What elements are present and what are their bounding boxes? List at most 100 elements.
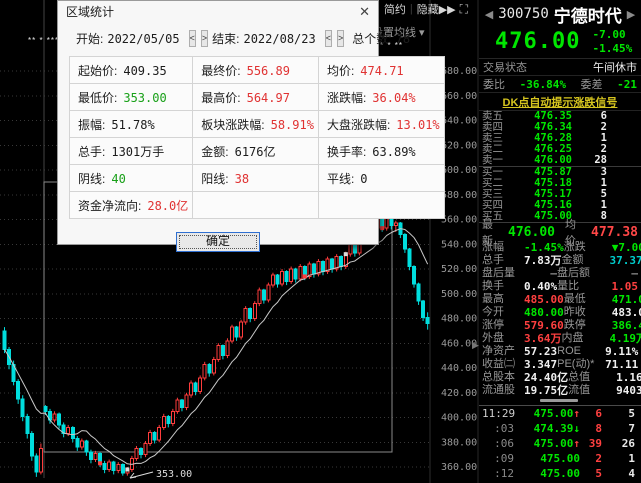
- svg-text:480.00: 480.00: [441, 314, 477, 325]
- svg-text:400.00: 400.00: [441, 413, 477, 424]
- start-prev-button[interactable]: <: [188, 30, 196, 47]
- ob-price: 476.00: [534, 154, 572, 166]
- stat-text: 内盘: [561, 332, 584, 344]
- stat-row: 最高 485.00 最低 471.00: [479, 293, 641, 306]
- svg-text:620.00: 620.00: [441, 140, 477, 151]
- tick-text: 6: [595, 407, 602, 420]
- ob-qty: 28: [594, 154, 607, 166]
- stat-text: —: [631, 267, 638, 280]
- svg-text:560.00: 560.00: [441, 215, 477, 226]
- end-prev-button[interactable]: <: [324, 30, 332, 47]
- tick-text: 5: [595, 467, 602, 480]
- expand-icon[interactable]: ⛶: [460, 2, 468, 17]
- table-row: 最低价: 353.00 最高价: 564.97 涨跌幅: 36.04%: [68, 83, 445, 111]
- table-row: 起始价: 409.35 最终价: 556.89 均价: 474.71: [68, 56, 445, 84]
- tick-text: 39: [588, 437, 602, 450]
- stock-app-window: 680.00 660.00 640.00 620.00 600.00 580.00 560.…: [0, 0, 641, 483]
- svg-text:640.00: 640.00: [441, 116, 477, 127]
- stock-nav: ◀ 300750 宁德时代 ▶: [479, 0, 641, 26]
- hide-panel-button[interactable]: 隐藏▶▶: [417, 1, 456, 17]
- count-label: 总个数:: [352, 32, 392, 46]
- stat-cell: 资金净流向: 28.0亿: [68, 191, 194, 219]
- end-date-value: 2022/08/23: [243, 31, 316, 46]
- stat-text: ▼7.00: [611, 241, 641, 254]
- stat-row: 总股本 24.40亿 总值 1.16万亿: [479, 371, 641, 384]
- tick-text: 11:29: [482, 407, 516, 420]
- stock-code: 300750: [498, 6, 549, 22]
- ok-button[interactable]: 确定: [176, 232, 260, 252]
- toolbar-separator: |: [409, 3, 413, 15]
- stat-text: 3.64万: [524, 332, 562, 345]
- dk-signal-link[interactable]: DK点自动提示涨跌信号: [503, 94, 618, 110]
- stat-text: 昨收: [563, 306, 586, 318]
- tick-text: :12: [494, 467, 514, 480]
- tick-row: :06 475.00↑ 39 26: [479, 436, 641, 451]
- tick-row: :03 474.39↓ 8 7: [479, 421, 641, 436]
- price-change: -7.00 -1.45%: [592, 28, 632, 56]
- trade-status-label: 交易状态: [483, 62, 527, 74]
- stat-cell: 平线: 0: [317, 164, 445, 192]
- stat-text: 386.40: [611, 319, 641, 332]
- svg-text:680.00: 680.00: [441, 66, 477, 77]
- stat-row: 外盘 3.64万 内盘 4.19万: [479, 332, 641, 345]
- tick-row: :12 475.00 5 4: [479, 466, 641, 481]
- stats-section: 涨幅 -1.45% 涨跌 ▼7.00 总手 7.83万 金额 37.37亿盘后量 — 盘后额…: [479, 241, 641, 397]
- stat-text: 涨跌: [563, 241, 586, 253]
- tick-row: :09 475.00 2 1: [479, 451, 641, 466]
- stat-cell: 起始价: 409.35: [68, 56, 194, 84]
- latest-price: 476.00: [508, 224, 555, 240]
- stat-text: 收益㈡: [482, 358, 515, 370]
- order-book-row[interactable]: 卖一 476.00 28: [479, 155, 641, 166]
- stat-text: 最低: [563, 293, 586, 305]
- next-stock-icon[interactable]: ▶: [627, 8, 635, 21]
- dk-signal-row: DK点自动提示涨跌信号: [479, 93, 641, 111]
- up-arrow-icon: ↑: [573, 437, 580, 450]
- stat-row: 换手 0.40% 量比 1.05: [479, 280, 641, 293]
- tick-text: 4: [628, 467, 635, 480]
- stat-cell: 涨跌幅: 36.04%: [317, 83, 445, 111]
- stat-text: 9403亿: [616, 384, 641, 397]
- tick-text: :09: [494, 452, 514, 465]
- order-book-row[interactable]: 买五 475.00 8: [479, 211, 641, 222]
- scrollbar-thumb[interactable]: [540, 399, 578, 402]
- ob-price: 475.00: [534, 210, 572, 222]
- close-icon[interactable]: ✕: [359, 4, 370, 20]
- end-next-button[interactable]: >: [336, 30, 345, 47]
- weibi-row: 委比 -36.84% 委差 -21: [479, 76, 641, 93]
- simple-mode-button[interactable]: 简约: [384, 1, 406, 17]
- table-row: 阴线: 40 阳线: 38 平线: 0: [68, 164, 445, 192]
- panel-scrollbar[interactable]: [479, 397, 641, 406]
- stat-text: 盘后量: [482, 267, 515, 279]
- change-percent: -1.45%: [592, 41, 633, 55]
- region-stats-dialog: 区域统计 ✕ 开始: 2022/05/05 < > 结束: 2022/08/23…: [57, 0, 445, 252]
- stat-text: 跌停: [563, 319, 586, 331]
- tick-text: 7: [628, 422, 635, 435]
- stat-text: 579.60: [524, 319, 564, 332]
- tick-row: 11:29 475.00↑ 6 5: [479, 406, 641, 421]
- panel-collapse-handle[interactable]: ▶: [472, 340, 479, 351]
- prev-stock-icon[interactable]: ◀: [485, 8, 493, 21]
- stat-cell: 均价: 474.71: [317, 56, 445, 84]
- stat-cell: 最低价: 353.00: [68, 83, 194, 111]
- start-next-button[interactable]: >: [200, 30, 209, 47]
- svg-text:440.00: 440.00: [441, 363, 477, 374]
- count-value: 78: [395, 31, 411, 46]
- tick-list[interactable]: 11:29 475.00↑ 6 5:03 474.39↓ 8 7:06 475.00↑ 39 26…: [479, 406, 641, 483]
- tick-text: 5: [628, 407, 635, 420]
- stat-row: 净资产 57.23 ROE 9.11%: [479, 345, 641, 358]
- latest-row: 最新 476.00 均价 477.38: [479, 219, 641, 247]
- stat-text: 0.40%: [524, 280, 558, 293]
- stat-text: 涨幅: [482, 241, 504, 253]
- stat-text: 7.83万: [524, 254, 562, 267]
- stat-text: PE(动)*: [557, 358, 595, 370]
- stat-cell: 振幅: 51.78%: [68, 110, 194, 138]
- stat-row: 盘后量 — 盘后额 —: [479, 267, 641, 280]
- stat-text: 9.11%: [605, 345, 639, 358]
- stat-text: 流通股: [482, 384, 515, 396]
- start-date-value: 2022/05/05: [107, 31, 180, 46]
- dialog-titlebar[interactable]: 区域统计 ✕: [58, 1, 378, 22]
- stat-cell: [317, 191, 445, 219]
- price-block: 476.00 -7.00 -1.45%: [479, 25, 641, 59]
- svg-text:660.00: 660.00: [441, 91, 477, 102]
- stat-text: 换手: [482, 280, 504, 292]
